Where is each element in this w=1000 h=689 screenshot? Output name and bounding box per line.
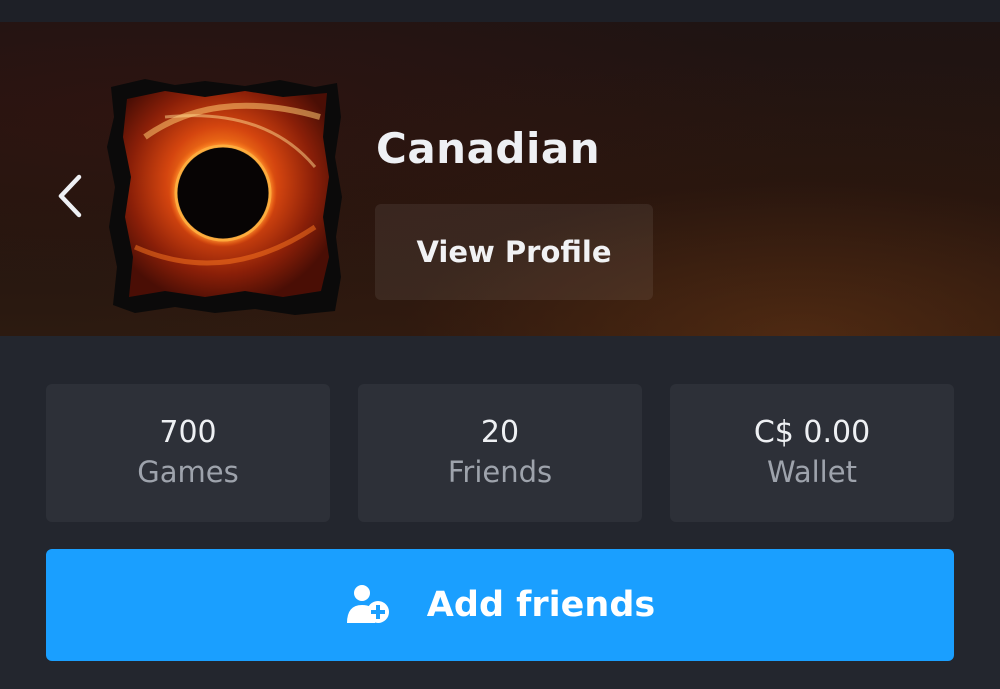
stat-games[interactable]: 700 Games: [46, 384, 330, 522]
avatar[interactable]: [105, 77, 343, 315]
back-button[interactable]: [50, 172, 90, 220]
profile-username: Canadian: [376, 124, 601, 173]
add-friends-label: Add friends: [426, 585, 656, 625]
stat-label: Games: [137, 455, 239, 489]
stat-value: 20: [480, 415, 520, 450]
add-person-icon: [345, 581, 393, 629]
stat-value: C$ 0.00: [753, 415, 871, 450]
stat-label: Wallet: [767, 455, 857, 489]
chevron-left-icon: [58, 174, 82, 218]
stat-value: 700: [159, 415, 217, 450]
stat-label: Friends: [447, 455, 553, 489]
profile-banner: Canadian View Profile: [0, 22, 1000, 336]
status-bar: [0, 0, 1000, 22]
stat-friends[interactable]: 20 Friends: [358, 384, 642, 522]
stat-wallet[interactable]: C$ 0.00 Wallet: [670, 384, 954, 522]
view-profile-button[interactable]: View Profile: [375, 204, 653, 300]
add-friends-button[interactable]: Add friends: [46, 549, 954, 661]
